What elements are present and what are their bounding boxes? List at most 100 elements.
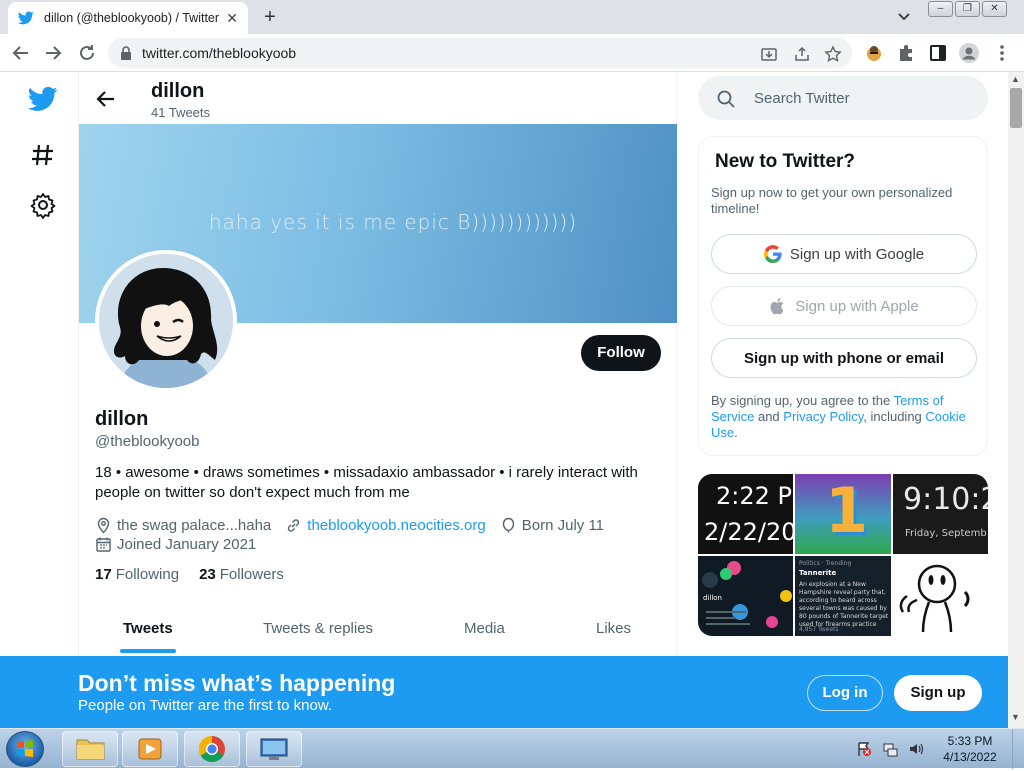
doodle-figure-icon xyxy=(899,564,970,633)
followers-count-link[interactable]: 23 Followers xyxy=(199,566,284,583)
media-tile-trending[interactable]: Politics · Trending Tannerite An explosi… xyxy=(795,556,891,636)
login-prompt-bar: Don’t miss what’s happening People on Tw… xyxy=(0,656,1008,728)
profile-avatar-icon[interactable] xyxy=(958,42,980,64)
left-navigation xyxy=(0,72,79,656)
media-tile-clock-1[interactable]: 2:22 PM 2/22/20 xyxy=(698,474,793,554)
scroll-down-arrow-icon[interactable]: ▼ xyxy=(1011,712,1020,722)
profile-column: dillon 41 Tweets haha yes it is me epic … xyxy=(79,72,677,656)
back-arrow-icon[interactable] xyxy=(95,88,117,110)
browser-toolbar: twitter.com/theblookyoob xyxy=(0,34,1024,72)
media-tile-numeral[interactable]: 1 xyxy=(795,474,891,554)
forward-arrow-icon[interactable] xyxy=(42,42,64,64)
scroll-up-arrow-icon[interactable]: ▲ xyxy=(1011,74,1020,84)
profile-meta-row-2: Joined January 2021 xyxy=(95,536,256,553)
computer-monitor-icon xyxy=(260,738,288,760)
restore-window-button[interactable]: ❐ xyxy=(955,1,980,17)
profile-website-link[interactable]: theblookyoob.neocities.org xyxy=(307,517,485,534)
tab-close-icon[interactable]: ✕ xyxy=(226,10,238,27)
legal-and: and xyxy=(754,409,784,424)
media-tile-doodle[interactable] xyxy=(893,556,988,636)
search-input[interactable]: Search Twitter xyxy=(754,90,850,107)
url-text[interactable]: twitter.com/theblookyoob xyxy=(142,45,296,61)
tab-likes[interactable]: Likes xyxy=(596,620,631,637)
profile-handle: @theblookyoob xyxy=(95,433,200,450)
extension-cookie-icon[interactable] xyxy=(864,43,884,63)
bookmark-star-icon[interactable] xyxy=(824,45,842,63)
twitter-logo-icon[interactable] xyxy=(28,84,58,114)
followers-count: 23 xyxy=(199,566,216,583)
network-icon[interactable] xyxy=(882,741,898,757)
taskbar-file-explorer[interactable] xyxy=(62,731,118,767)
window-controls: – ❐ ✕ xyxy=(926,1,1007,17)
follow-counts: 17 Following 23 Followers xyxy=(95,566,304,583)
signup-card-subtitle: Sign up now to get your own personalized… xyxy=(711,185,953,216)
profile-avatar[interactable] xyxy=(95,250,237,392)
right-sidebar: Search Twitter New to Twitter? Sign up n… xyxy=(698,72,988,656)
close-window-button[interactable]: ✕ xyxy=(982,1,1007,17)
scrollbar-thumb[interactable] xyxy=(1010,88,1022,128)
browser-menu-icon[interactable] xyxy=(993,43,1011,63)
following-count-link[interactable]: 17 Following xyxy=(95,566,179,583)
link-icon xyxy=(288,519,300,532)
balloons-icon xyxy=(702,561,792,628)
minimize-window-button[interactable]: – xyxy=(928,1,953,17)
tab-title: dillon (@theblookyoob) / Twitter xyxy=(44,11,220,25)
taskbar-chrome[interactable] xyxy=(184,731,240,767)
signup-phone-email-button[interactable]: Sign up with phone or email xyxy=(711,338,977,378)
log-in-button[interactable]: Log in xyxy=(807,675,883,711)
login-prompt-subtitle: People on Twitter are the first to know. xyxy=(78,697,333,714)
tile-trend-body: An explosion at a New Hampshire reveal p… xyxy=(799,581,889,628)
privacy-policy-link[interactable]: Privacy Policy xyxy=(783,409,863,424)
signup-apple-button[interactable]: Sign up with Apple xyxy=(711,286,977,326)
profile-joined-date: Joined January 2021 xyxy=(117,536,257,553)
twitter-page: dillon 41 Tweets haha yes it is me epic … xyxy=(0,72,1008,656)
search-box[interactable]: Search Twitter xyxy=(698,76,988,120)
start-button[interactable] xyxy=(6,731,44,767)
tile-trend-category: Politics · Trending xyxy=(799,560,852,567)
follow-button[interactable]: Follow xyxy=(581,335,661,371)
tab-tweets-and-replies[interactable]: Tweets & replies xyxy=(263,620,373,637)
following-label: Following xyxy=(115,566,180,583)
side-panel-icon[interactable] xyxy=(928,43,948,63)
reload-icon[interactable] xyxy=(76,42,98,64)
profile-tabs: Tweets Tweets & replies Media Likes xyxy=(79,608,677,656)
signup-google-button[interactable]: Sign up with Google xyxy=(711,234,977,274)
back-arrow-icon[interactable] xyxy=(10,42,32,64)
tab-search-chevron-icon[interactable] xyxy=(894,6,914,26)
profile-birthday: Born July 11 xyxy=(521,517,605,534)
taskbar-media-player[interactable] xyxy=(122,731,178,767)
lock-icon[interactable] xyxy=(120,46,132,60)
tile-clock2-date: Friday, Septemb xyxy=(905,528,987,539)
followers-label: Followers xyxy=(219,566,284,583)
clock-time: 5:33 PM xyxy=(947,734,993,748)
settings-gear-icon[interactable] xyxy=(28,190,58,220)
action-center-flag-icon[interactable] xyxy=(856,741,872,757)
taskbar-clock[interactable]: 5:33 PM 4/13/2022 xyxy=(934,733,1006,765)
browser-tab[interactable]: dillon (@theblookyoob) / Twitter ✕ xyxy=(8,2,248,34)
tile-clock1-time: 2:22 PM xyxy=(716,482,793,510)
header-tweet-count: 41 Tweets xyxy=(151,105,211,120)
login-prompt-title: Don’t miss what’s happening xyxy=(78,670,396,696)
extensions-puzzle-icon[interactable] xyxy=(896,43,916,63)
new-tab-button[interactable]: + xyxy=(258,5,282,29)
page-scrollbar[interactable] xyxy=(1008,72,1024,728)
address-bar[interactable]: twitter.com/theblookyoob xyxy=(108,38,852,68)
folder-icon xyxy=(76,739,105,760)
show-desktop-button[interactable] xyxy=(1012,729,1024,769)
sign-up-button[interactable]: Sign up xyxy=(894,675,982,711)
signup-apple-label: Sign up with Apple xyxy=(795,297,919,315)
taskbar-remote-desktop[interactable] xyxy=(246,731,302,767)
balloon-icon xyxy=(502,517,514,533)
volume-icon[interactable] xyxy=(908,741,924,757)
tile-clock1-date: 2/22/20 xyxy=(704,518,793,546)
install-app-icon[interactable] xyxy=(760,45,778,63)
banner-text: haha yes it is me epic B)))))))))))) xyxy=(209,210,578,234)
tab-tweets[interactable]: Tweets xyxy=(123,620,173,637)
explore-hashtag-icon[interactable] xyxy=(28,140,58,170)
media-tile-clock-2[interactable]: 9:10:2 Friday, Septemb xyxy=(893,474,988,554)
system-tray: 5:33 PM 4/13/2022 xyxy=(856,729,1024,769)
calendar-icon xyxy=(96,537,111,552)
tab-media[interactable]: Media xyxy=(464,620,505,637)
media-tile-balloons[interactable]: dillon xyxy=(698,556,793,636)
share-icon[interactable] xyxy=(793,45,811,63)
